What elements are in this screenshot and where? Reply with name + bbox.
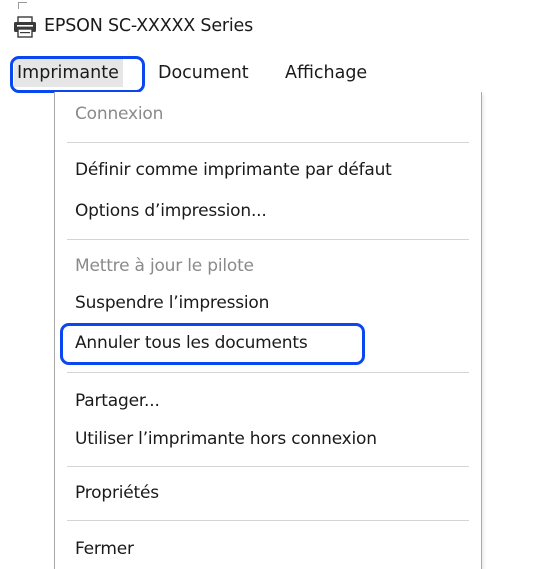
menu-item-connexion[interactable]: Connexion	[75, 101, 163, 127]
menu-item-update-driver[interactable]: Mettre à jour le pilote	[75, 253, 254, 279]
menu-document[interactable]: Document	[158, 59, 249, 87]
menu-separator	[67, 466, 469, 467]
menu-item-printing-options[interactable]: Options d’impression...	[75, 198, 267, 224]
menu-item-set-default-printer[interactable]: Définir comme imprimante par défaut	[75, 157, 392, 183]
printer-queue-window: EPSON SC-XXXXX Series Imprimante Documen…	[0, 0, 535, 569]
menu-item-use-printer-offline[interactable]: Utiliser l’imprimante hors connexion	[75, 426, 377, 452]
menu-item-share[interactable]: Partager...	[75, 388, 160, 414]
menu-bar: Imprimante Document Affichage	[0, 56, 535, 92]
menu-imprimante[interactable]: Imprimante	[14, 59, 123, 87]
menu-item-close[interactable]: Fermer	[75, 536, 134, 562]
title-bar: EPSON SC-XXXXX Series	[0, 0, 535, 52]
menu-item-cancel-all-documents[interactable]: Annuler tous les documents	[75, 330, 308, 356]
window-title: EPSON SC-XXXXX Series	[44, 16, 254, 36]
window-corner-mark	[18, 2, 27, 9]
menu-separator	[67, 142, 469, 143]
menu-separator	[67, 372, 469, 373]
menu-item-pause-printing[interactable]: Suspendre l’impression	[75, 290, 269, 316]
printer-icon	[13, 16, 37, 38]
menu-item-properties[interactable]: Propriétés	[75, 480, 159, 506]
menu-separator	[67, 520, 469, 521]
menu-separator	[67, 239, 469, 240]
imprimante-dropdown-menu: Connexion Définir comme imprimante par d…	[54, 92, 482, 569]
menu-affichage[interactable]: Affichage	[285, 59, 367, 87]
